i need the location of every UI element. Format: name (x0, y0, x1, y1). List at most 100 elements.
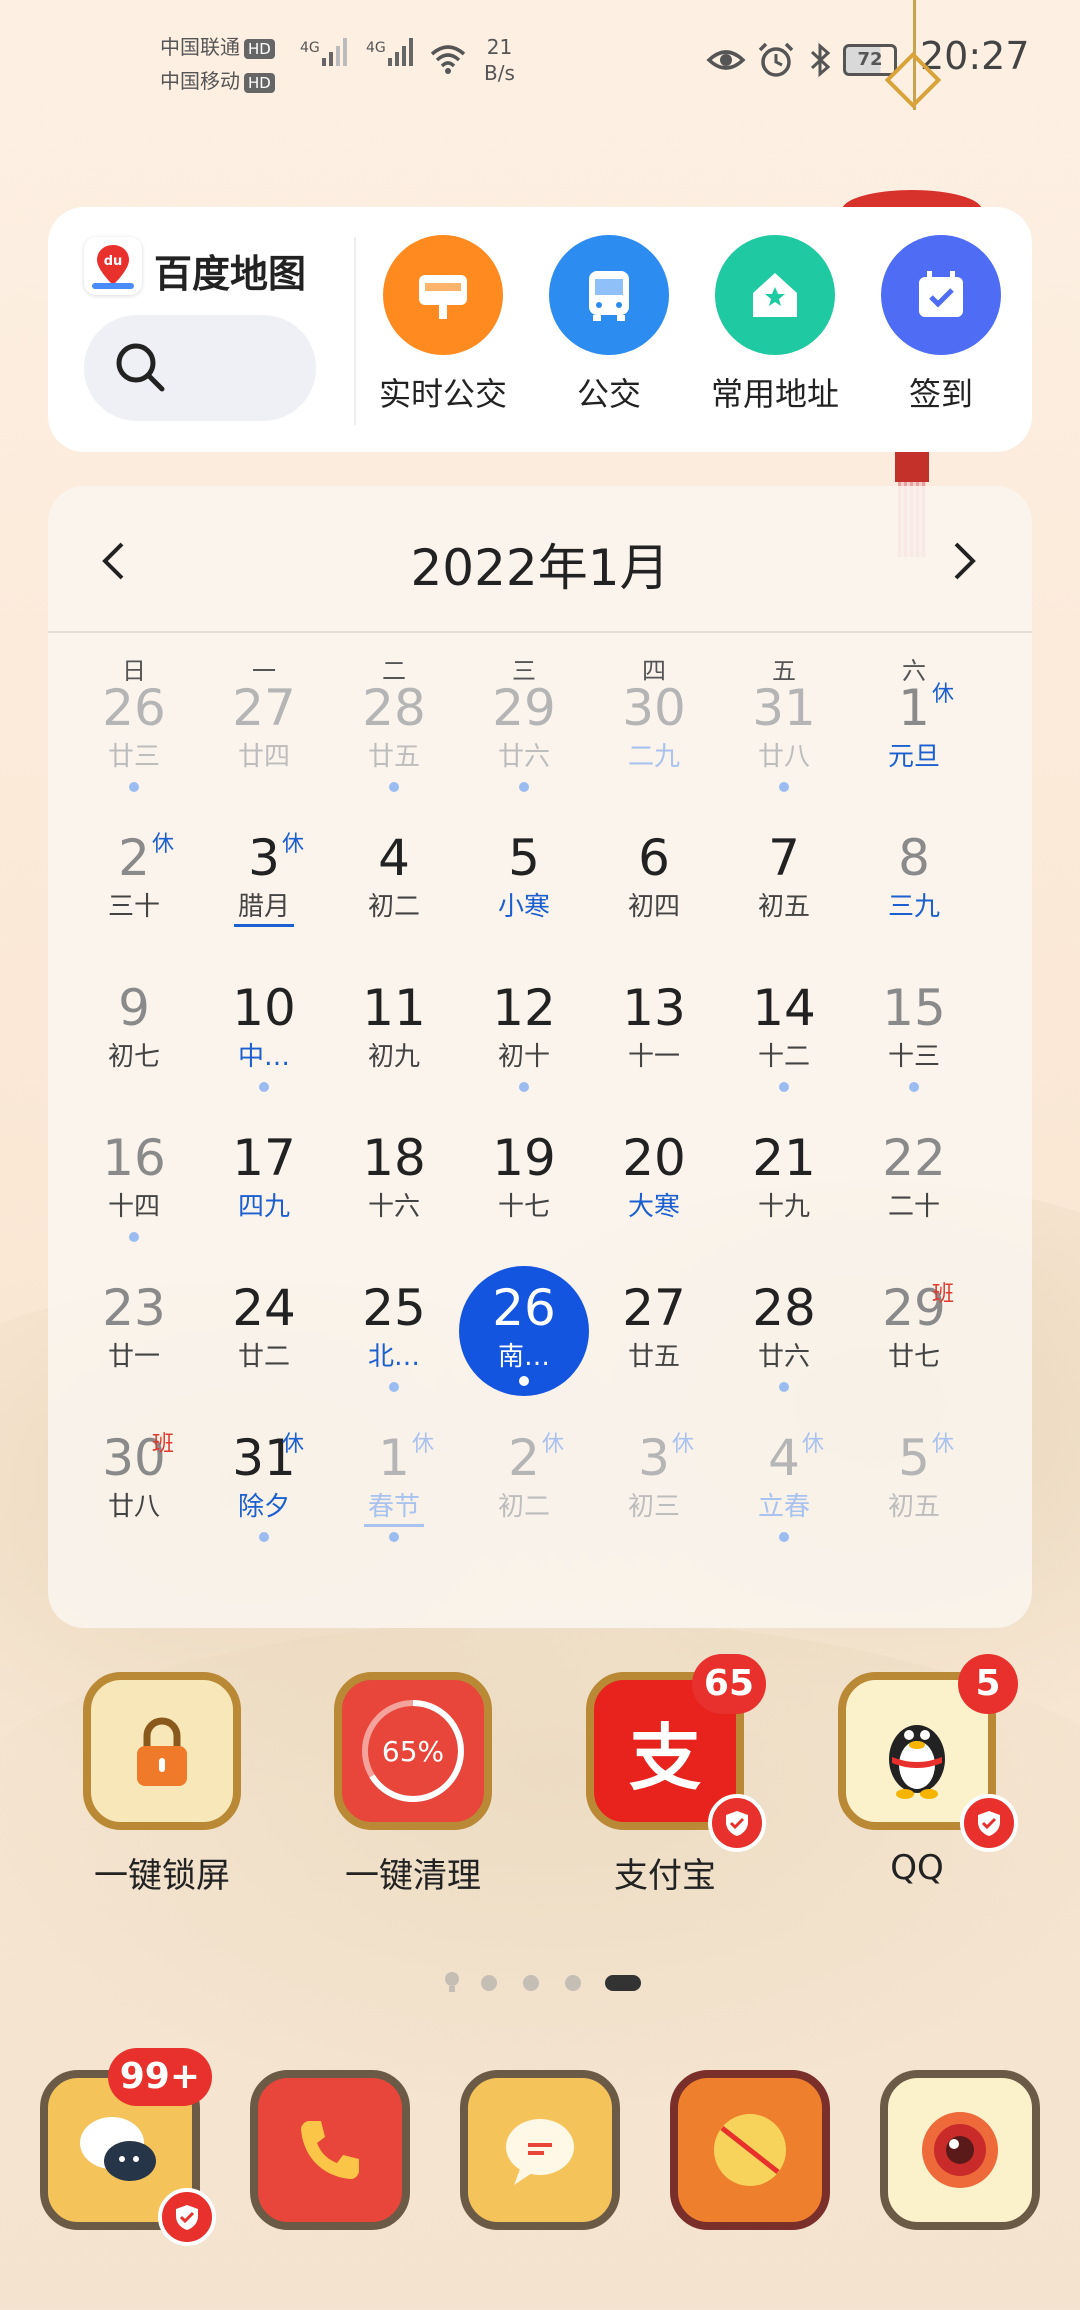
calendar-day[interactable]: 15 十三 (849, 976, 979, 1126)
baidu-map-logo-icon[interactable]: du (84, 237, 142, 295)
lunar-date: 廿六 (497, 742, 550, 772)
calendar-day[interactable]: 27 廿五 (589, 1276, 719, 1426)
app-qq[interactable]: 5 QQ (817, 1654, 1018, 1888)
dock-chat-app[interactable]: 99+ (40, 2048, 216, 2246)
event-dot (779, 1082, 789, 1092)
calendar-divider (48, 631, 1032, 633)
calendar-day[interactable]: 1 春节 休 (329, 1426, 459, 1576)
bus-button[interactable]: 公交 (534, 235, 684, 415)
app-one-key-lock[interactable]: 一键锁屏 (62, 1672, 262, 1897)
calendar-day[interactable]: 30 二九 (589, 676, 719, 826)
calendar-day[interactable]: 20 大寒 (589, 1126, 719, 1276)
calendar-day[interactable]: 4 立春 休 (719, 1426, 849, 1576)
calendar-day[interactable]: 3 腊月 休 (199, 826, 329, 976)
event-dot (519, 782, 529, 792)
event-dot (779, 1382, 789, 1392)
day-number: 13 (622, 979, 686, 1037)
day-number: 3 (638, 1429, 670, 1487)
page-dot-active[interactable] (605, 1975, 641, 1991)
lunar-date: 初三 (627, 1492, 680, 1522)
dock-camera-app[interactable] (880, 2070, 1040, 2230)
calendar-day[interactable]: 2 初二 休 (459, 1426, 589, 1576)
calendar-day[interactable]: 25 北… (329, 1276, 459, 1426)
calendar-day[interactable]: 31 除夕 休 (199, 1426, 329, 1576)
calendar-day[interactable]: 21 十九 (719, 1126, 849, 1276)
day-number: 16 (102, 1129, 166, 1187)
calendar-day[interactable]: 8 三九 (849, 826, 979, 976)
page-dot[interactable] (565, 1975, 581, 1991)
hd-badge: HD (244, 72, 275, 93)
calendar-day[interactable]: 19 十七 (459, 1126, 589, 1276)
notification-badge: 5 (958, 1654, 1018, 1714)
event-dot (129, 782, 139, 792)
app-one-key-clean[interactable]: 65% 一键清理 (313, 1672, 513, 1897)
carrier-1: 中国联通 (160, 35, 240, 59)
common-address-button[interactable]: 常用地址 (700, 235, 850, 415)
cleanup-icon: 65% (334, 1672, 492, 1830)
holiday-tag: 休 (932, 1432, 955, 1457)
calendar-day[interactable]: 18 十六 (329, 1126, 459, 1276)
calendar-day[interactable]: 30 廿八 班 (69, 1426, 199, 1576)
page-dot[interactable] (523, 1975, 539, 1991)
no-disturb-icon (714, 2114, 786, 2186)
page-dot[interactable] (481, 1975, 497, 1991)
calendar-day[interactable]: 26 廿三 (69, 676, 199, 826)
calendar-day[interactable]: 29 廿七 班 (849, 1276, 979, 1426)
baidu-map-widget[interactable]: du 百度地图 实时公交 公交 常用地址 签到 (48, 207, 1032, 452)
calendar-day[interactable]: 14 十二 (719, 976, 849, 1126)
lunar-date: 十九 (757, 1192, 810, 1222)
calendar-day[interactable]: 27 廿四 (199, 676, 329, 826)
lunar-date: 初九 (367, 1042, 420, 1072)
calendar-day[interactable]: 22 二十 (849, 1126, 979, 1276)
calendar-day[interactable]: 16 十四 (69, 1126, 199, 1276)
camera-icon (922, 2112, 998, 2188)
calendar-day[interactable]: 12 初十 (459, 976, 589, 1126)
lunar-date: 廿二 (237, 1342, 290, 1372)
calendar-day[interactable]: 13 十一 (589, 976, 719, 1126)
calendar-day[interactable]: 2 三十 休 (69, 826, 199, 976)
calendar-day[interactable]: 5 初五 休 (849, 1426, 979, 1576)
calendar-day[interactable]: 3 初三 休 (589, 1426, 719, 1576)
calendar-day[interactable]: 28 廿六 (719, 1276, 849, 1426)
lightbulb-icon[interactable] (440, 1970, 464, 1994)
calendar-day[interactable]: 23 廿一 (69, 1276, 199, 1426)
eye-comfort-icon (706, 50, 746, 70)
calendar-day[interactable]: 4 初二 (329, 826, 459, 976)
calendar-day[interactable]: 6 初四 (589, 826, 719, 976)
dock-messages-app[interactable] (460, 2070, 620, 2230)
day-number: 4 (768, 1429, 800, 1487)
lunar-date: 三九 (887, 892, 940, 922)
calendar-day[interactable]: 29 廿六 (459, 676, 589, 826)
check-in-button[interactable]: 签到 (866, 235, 1016, 415)
calendar-day[interactable]: 11 初九 (329, 976, 459, 1126)
calendar-day[interactable]: 9 初七 (69, 976, 199, 1126)
baidu-search-button[interactable] (84, 315, 316, 421)
chevron-right-icon[interactable] (938, 536, 988, 586)
calendar-day[interactable]: 7 初五 (719, 826, 849, 976)
day-number: 11 (362, 979, 426, 1037)
day-number: 25 (362, 1279, 426, 1337)
dock-no-disturb-app[interactable] (670, 2070, 830, 2230)
cleanup-progress: 65% (382, 1735, 444, 1768)
app-alipay[interactable]: 支 65 支付宝 (565, 1654, 766, 1897)
calendar-widget[interactable]: 2022年1月 日 一 二 三 四 五 六 26 廿三 27 廿四 28 廿五 29 廿六 30… (48, 486, 1032, 1628)
app-label: QQ (890, 1848, 944, 1888)
dock-phone-app[interactable] (250, 2070, 410, 2230)
day-number: 10 (232, 979, 296, 1037)
lunar-date: 廿三 (107, 742, 160, 772)
festival-underline (234, 924, 294, 927)
lunar-date: 大寒 (627, 1192, 680, 1222)
page-indicator[interactable] (0, 1970, 1080, 1994)
calendar-day[interactable]: 5 小寒 (459, 826, 589, 976)
calendar-day[interactable]: 31 廿八 (719, 676, 849, 826)
calendar-day[interactable]: 28 廿五 (329, 676, 459, 826)
calendar-day[interactable]: 10 中… (199, 976, 329, 1126)
day-number: 30 (622, 679, 686, 737)
realtime-bus-button[interactable]: 实时公交 (368, 235, 518, 415)
calendar-day[interactable]: 17 四九 (199, 1126, 329, 1276)
lunar-date: 中… (237, 1042, 290, 1072)
calendar-day[interactable]: 24 廿二 (199, 1276, 329, 1426)
calendar-day-today[interactable]: 26 南… (459, 1266, 589, 1426)
day-number: 1 (898, 679, 930, 737)
calendar-day[interactable]: 1 元旦 休 (849, 676, 979, 826)
